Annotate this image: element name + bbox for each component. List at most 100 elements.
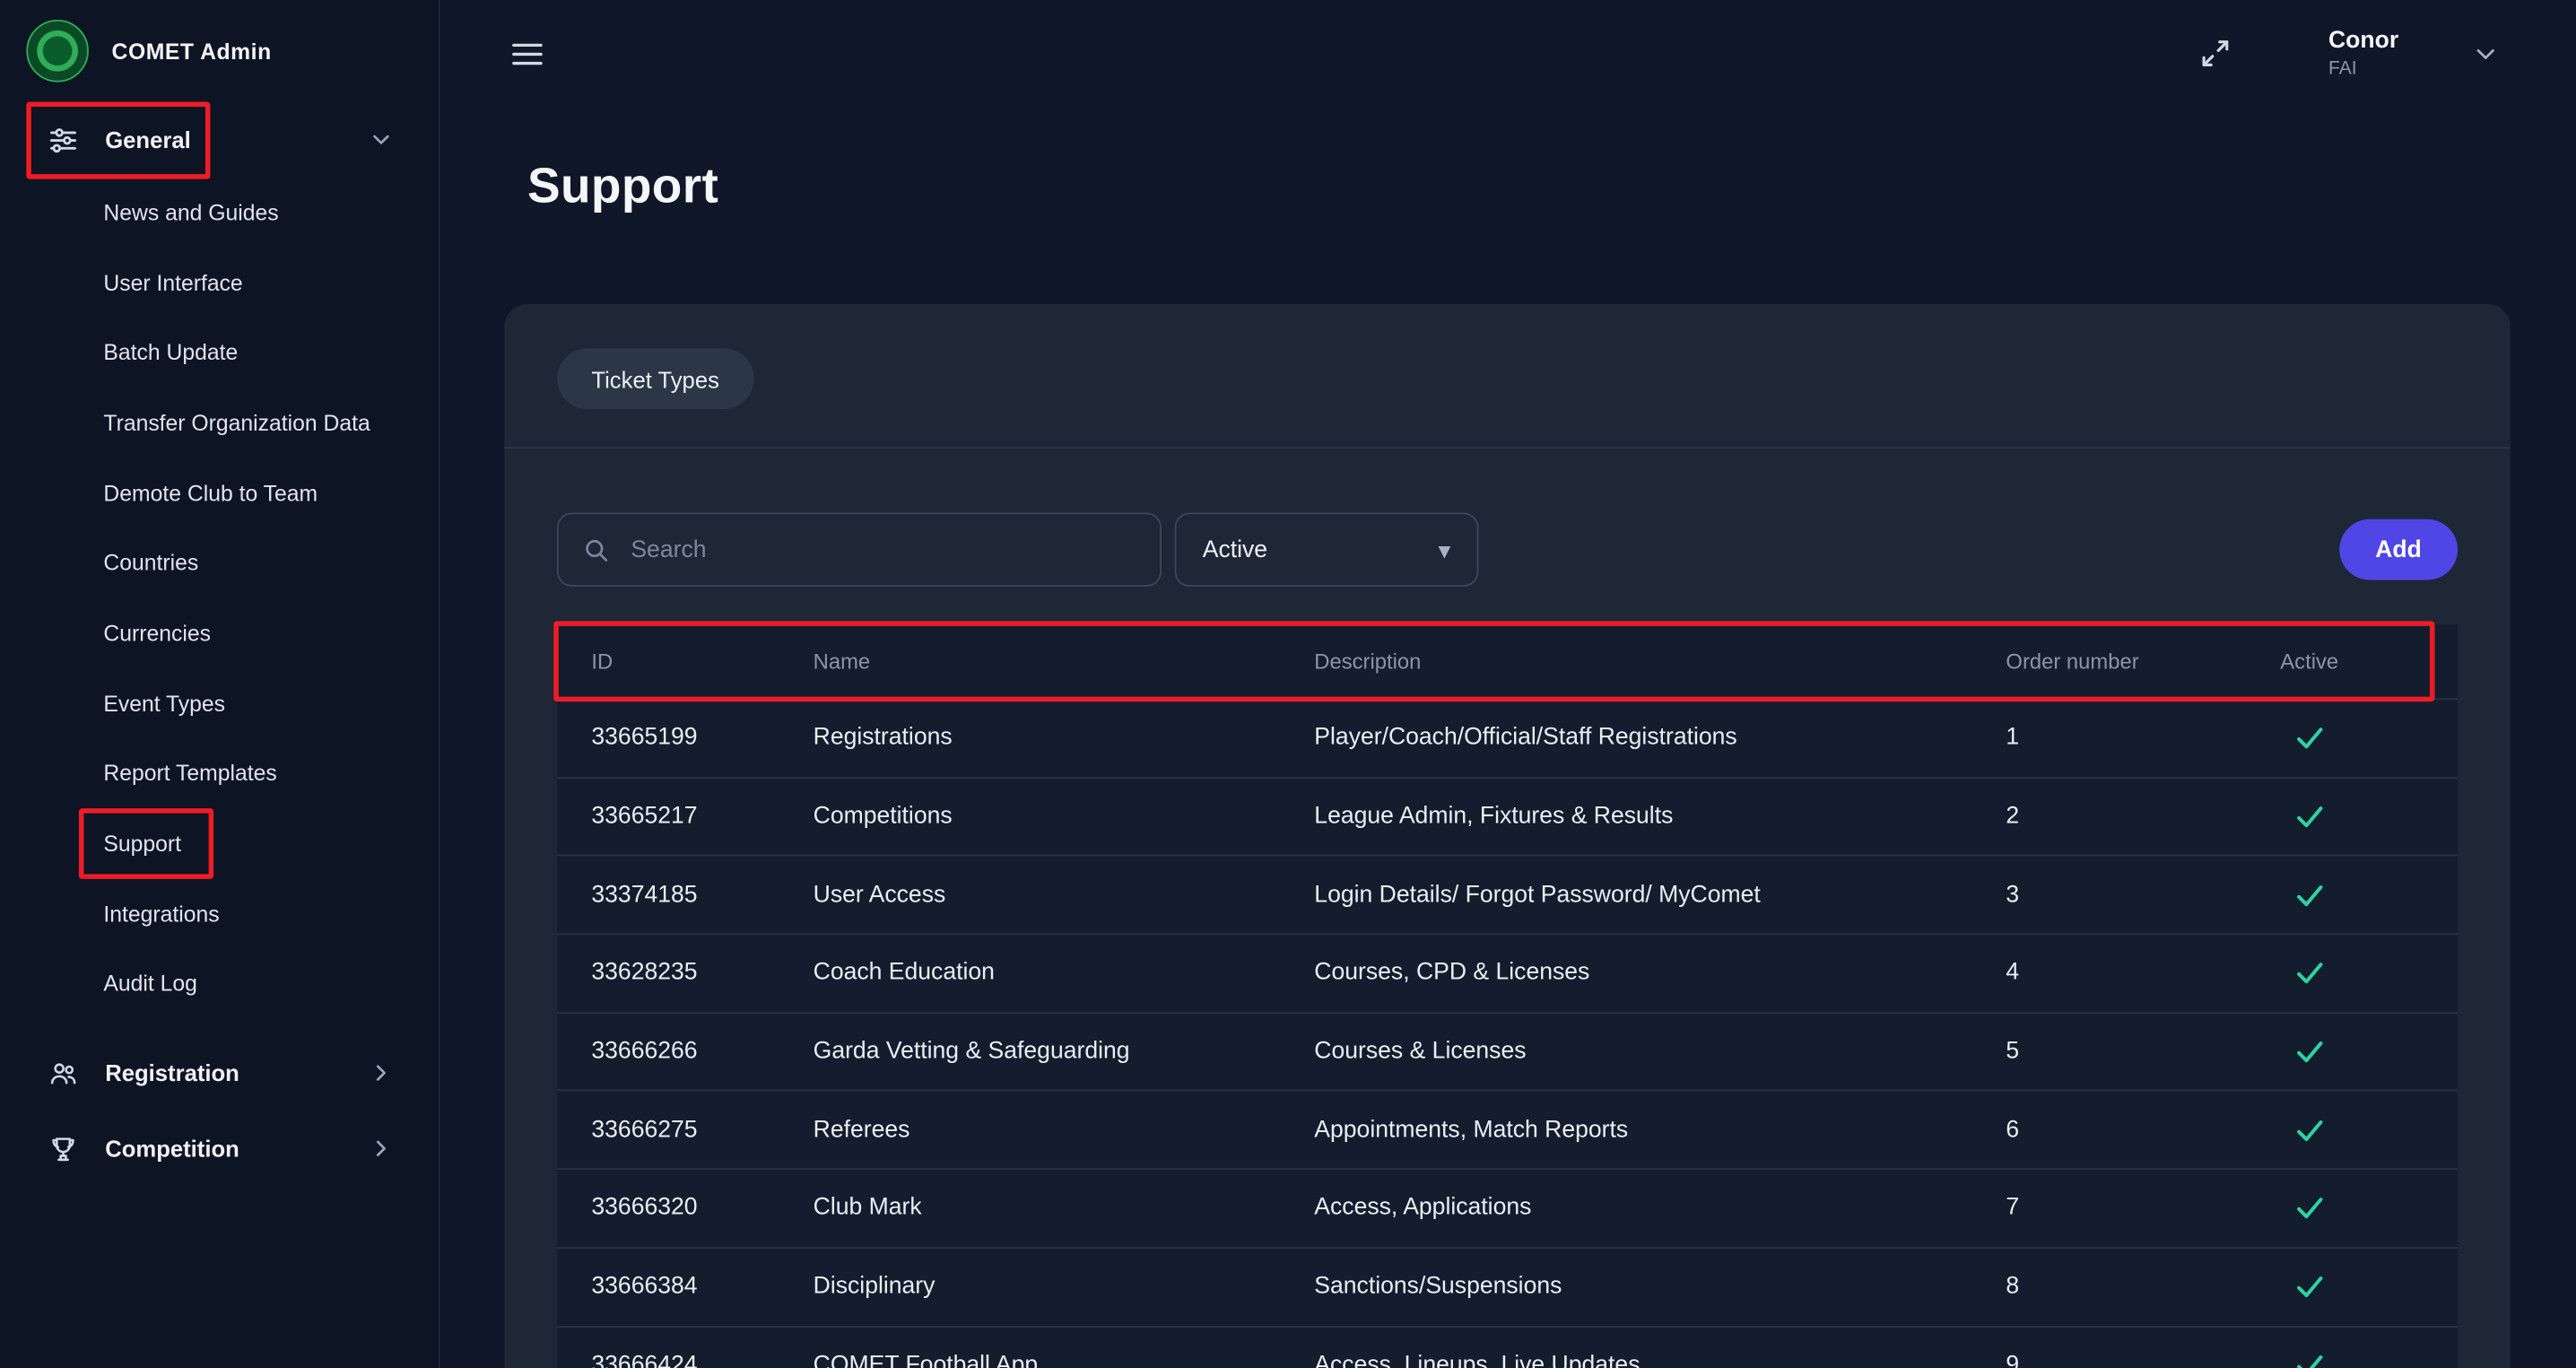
cell-description: Login Details/ Forgot Password/ MyComet	[1314, 882, 2006, 908]
app-window: COMET Admin General News and GuidesUser …	[0, 0, 2576, 1368]
search-box[interactable]	[557, 512, 1162, 586]
active-check-icon	[2280, 957, 2458, 990]
column-header-order-number[interactable]: Order number	[2006, 649, 2280, 673]
cell-order-number: 8	[2006, 1274, 2280, 1300]
sidebar-item-label: General	[105, 126, 191, 152]
search-input[interactable]	[628, 535, 1137, 564]
cell-order-number: 2	[2006, 804, 2280, 830]
fullscreen-expand-icon[interactable]	[2198, 37, 2232, 71]
sidebar-item-news-and-guides[interactable]: News and Guides	[0, 178, 439, 248]
table-body: 33665199RegistrationsPlayer/Coach/Offici…	[557, 698, 2458, 1368]
cell-id: 33665199	[557, 725, 814, 751]
cell-description: Access, Applications	[1314, 1195, 2006, 1221]
main-content: Support Ticket Types Active ▾	[439, 109, 2576, 1368]
app-title: COMET Admin	[112, 39, 272, 63]
sidebar-item-general[interactable]: General	[0, 102, 439, 178]
cell-description: Player/Coach/Official/Staff Registration…	[1314, 725, 2006, 751]
active-filter-select[interactable]: Active ▾	[1175, 512, 1479, 586]
user-menu[interactable]: Conor FAI	[2328, 28, 2398, 80]
cell-id: 33666320	[557, 1195, 814, 1221]
cell-id: 33666424	[557, 1352, 814, 1368]
sidebar-item-demote-club-to-team[interactable]: Demote Club to Team	[0, 458, 439, 528]
hamburger-menu-icon[interactable]	[509, 36, 545, 72]
add-button[interactable]: Add	[2339, 519, 2458, 580]
table-row[interactable]: 33666424COMET Football AppAccess, Lineup…	[557, 1325, 2458, 1368]
chevron-down-icon[interactable]	[2471, 39, 2501, 69]
sidebar: COMET Admin General News and GuidesUser …	[0, 0, 440, 1368]
column-header-description[interactable]: Description	[1314, 649, 2006, 673]
cell-id: 33666275	[557, 1117, 814, 1143]
cell-name: Garda Vetting & Safeguarding	[814, 1039, 1315, 1065]
sidebar-item-currencies[interactable]: Currencies	[0, 598, 439, 668]
sidebar-item-audit-log[interactable]: Audit Log	[0, 949, 439, 1019]
cell-description: League Admin, Fixtures & Results	[1314, 804, 2006, 830]
sidebar-general-submenu: News and GuidesUser InterfaceBatch Updat…	[0, 178, 439, 1019]
sidebar-item-integrations[interactable]: Integrations	[0, 879, 439, 949]
cell-description: Courses & Licenses	[1314, 1039, 2006, 1065]
table-row[interactable]: 33628235Coach EducationCourses, CPD & Li…	[557, 933, 2458, 1011]
active-check-icon	[2280, 1035, 2458, 1068]
tab-ticket-types[interactable]: Ticket Types	[557, 348, 753, 409]
table-row[interactable]: 33666384DisciplinarySanctions/Suspension…	[557, 1247, 2458, 1325]
cell-id: 33665217	[557, 804, 814, 830]
user-name: Conor	[2328, 28, 2398, 56]
sidebar-item-competition[interactable]: Competition	[0, 1111, 439, 1187]
active-check-icon	[2280, 1348, 2458, 1368]
cell-order-number: 1	[2006, 725, 2280, 751]
people-icon	[46, 1058, 79, 1089]
sidebar-item-registration[interactable]: Registration	[0, 1035, 439, 1111]
active-check-icon	[2280, 1113, 2458, 1146]
chevron-down-icon	[368, 126, 394, 152]
column-header-name[interactable]: Name	[814, 649, 1315, 673]
cell-name: Registrations	[814, 725, 1315, 751]
cell-id: 33666266	[557, 1039, 814, 1065]
table-row[interactable]: 33665199RegistrationsPlayer/Coach/Offici…	[557, 698, 2458, 776]
column-header-id[interactable]: ID	[557, 649, 814, 673]
active-check-icon	[2280, 1192, 2458, 1225]
table-row[interactable]: 33666320Club MarkAccess, Applications7	[557, 1169, 2458, 1247]
sidebar-item-label: Competition	[105, 1136, 239, 1162]
table-row[interactable]: 33665217CompetitionsLeague Admin, Fixtur…	[557, 777, 2458, 855]
cell-description: Appointments, Match Reports	[1314, 1117, 2006, 1143]
cell-order-number: 5	[2006, 1039, 2280, 1065]
sliders-icon	[46, 124, 79, 155]
cell-name: Club Mark	[814, 1195, 1315, 1221]
table-row[interactable]: 33374185User AccessLogin Details/ Forgot…	[557, 855, 2458, 933]
cell-name: Coach Education	[814, 960, 1315, 986]
sidebar-item-label: Registration	[105, 1060, 239, 1086]
sidebar-item-event-types[interactable]: Event Types	[0, 668, 439, 738]
active-check-icon	[2280, 1270, 2458, 1303]
sidebar-header: COMET Admin	[0, 0, 439, 102]
sidebar-item-countries[interactable]: Countries	[0, 528, 439, 598]
chevron-right-icon	[368, 1060, 394, 1086]
trophy-icon	[46, 1133, 79, 1164]
page-title: Support	[527, 160, 2576, 215]
cell-id: 33374185	[557, 882, 814, 908]
cell-name: COMET Football App	[814, 1352, 1315, 1368]
active-check-icon	[2280, 722, 2458, 755]
comet-logo	[26, 20, 89, 83]
sidebar-item-user-interface[interactable]: User Interface	[0, 248, 439, 318]
search-icon	[581, 535, 611, 564]
table-row[interactable]: 33666275RefereesAppointments, Match Repo…	[557, 1090, 2458, 1168]
user-organization: FAI	[2328, 58, 2398, 80]
sidebar-item-transfer-organization-data[interactable]: Transfer Organization Data	[0, 388, 439, 457]
cell-description: Courses, CPD & Licenses	[1314, 960, 2006, 986]
cell-name: Disciplinary	[814, 1274, 1315, 1300]
cell-order-number: 9	[2006, 1352, 2280, 1368]
cell-id: 33666384	[557, 1274, 814, 1300]
cell-order-number: 3	[2006, 882, 2280, 908]
table-header-row: ID Name Description Order number Active	[557, 624, 2458, 698]
divider	[504, 447, 2510, 449]
cell-description: Sanctions/Suspensions	[1314, 1274, 2006, 1300]
sidebar-item-batch-update[interactable]: Batch Update	[0, 318, 439, 388]
cell-description: Access, Lineups, Live Updates	[1314, 1352, 2006, 1368]
sidebar-item-report-templates[interactable]: Report Templates	[0, 738, 439, 808]
filter-selected-value: Active	[1203, 536, 1267, 562]
table-row[interactable]: 33666266Garda Vetting & SafeguardingCour…	[557, 1012, 2458, 1090]
ticket-types-table: ID Name Description Order number Active …	[557, 624, 2458, 1368]
sidebar-item-support[interactable]: Support	[0, 809, 439, 879]
active-check-icon	[2280, 800, 2458, 833]
cell-order-number: 4	[2006, 960, 2280, 986]
column-header-active[interactable]: Active	[2280, 649, 2458, 673]
